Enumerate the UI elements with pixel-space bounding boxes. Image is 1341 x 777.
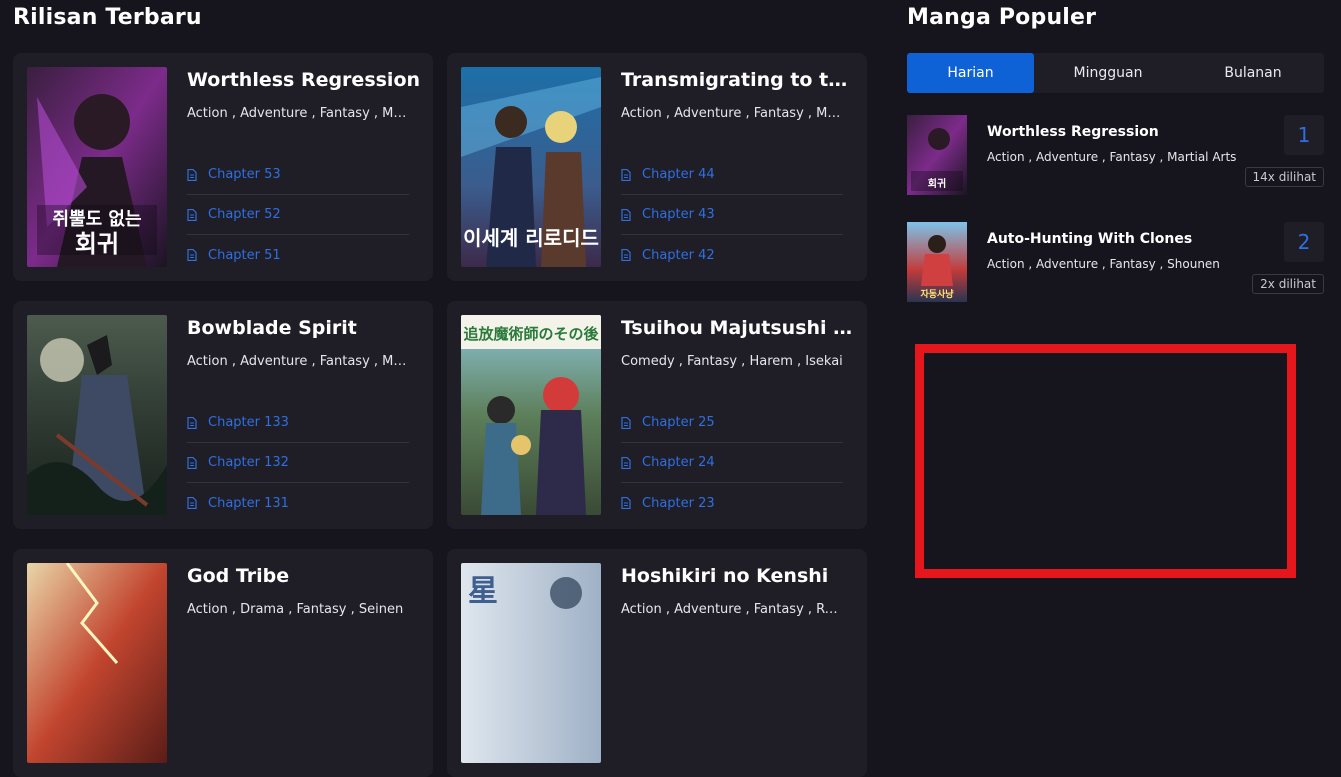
rank-badge: 1 <box>1284 115 1324 155</box>
document-icon <box>621 249 631 261</box>
chapter-link[interactable]: Chapter 42 <box>621 235 843 275</box>
popular-genres: Action , Adventure , Fantasy , Martial A… <box>987 150 1237 164</box>
popular-item[interactable]: 회귀 Worthless Regression Action , Adventu… <box>907 115 1324 195</box>
manga-card[interactable]: God Tribe Action , Drama , Fantasy , Sei… <box>13 549 433 777</box>
manga-title[interactable]: Hoshikiri no Kenshi <box>621 565 856 587</box>
popular-item[interactable]: 자동사냥 Auto-Hunting With Clones Action , A… <box>907 222 1324 302</box>
tab-harian[interactable]: Harian <box>907 53 1034 93</box>
popular-section-title: Manga Populer <box>907 5 1097 30</box>
manga-title[interactable]: Transmigrating to the Otherworld Once Mo… <box>621 69 856 91</box>
chapter-link[interactable]: Chapter 133 <box>187 403 409 443</box>
chapter-label: Chapter 52 <box>208 207 281 222</box>
document-icon <box>187 208 197 221</box>
document-icon <box>621 208 631 221</box>
manga-cover[interactable]: 追放魔術師のその後 <box>461 315 601 515</box>
chapter-label: Chapter 42 <box>642 247 715 263</box>
tab-mingguan[interactable]: Mingguan <box>1034 53 1182 93</box>
chapter-label: Chapter 23 <box>642 495 715 511</box>
manga-card[interactable]: 星 Hoshikiri no Kenshi Action , Adventure… <box>447 549 867 777</box>
document-icon <box>621 416 631 429</box>
manga-title[interactable]: God Tribe <box>187 565 422 587</box>
manga-genres: Comedy , Fantasy , Harem , Isekai <box>621 354 843 369</box>
view-count: 14x dilihat <box>1244 167 1324 187</box>
chapter-label: Chapter 132 <box>208 455 289 470</box>
chapter-link[interactable]: Chapter 44 <box>621 155 843 195</box>
popular-genres: Action , Adventure , Fantasy , Shounen <box>987 257 1220 271</box>
svg-text:星: 星 <box>468 574 498 609</box>
chapter-label: Chapter 44 <box>642 167 715 182</box>
document-icon <box>621 497 631 509</box>
tab-bulanan[interactable]: Bulanan <box>1182 53 1324 93</box>
manga-title[interactable]: Tsuihou Majutsushi no Sono Go <box>621 317 856 339</box>
manga-card[interactable]: 이세계 리로디드 Transmigrating to the Otherworl… <box>447 53 867 281</box>
chapter-label: Chapter 133 <box>208 415 289 430</box>
svg-text:자동사냥: 자동사냥 <box>920 288 954 300</box>
popular-tabs: Harian Mingguan Bulanan <box>907 53 1324 93</box>
chapter-label: Chapter 43 <box>642 207 715 222</box>
popular-cover[interactable]: 자동사냥 <box>907 222 967 302</box>
ad-placeholder <box>915 344 1296 578</box>
svg-text:회귀: 회귀 <box>928 177 946 190</box>
chapter-label: Chapter 25 <box>642 415 715 430</box>
popular-title[interactable]: Worthless Regression <box>987 124 1159 140</box>
chapter-link[interactable]: Chapter 51 <box>187 235 409 275</box>
manga-genres: Action , Adventure , Fantasy , Magic <box>621 106 845 121</box>
chapter-link[interactable]: Chapter 43 <box>621 195 843 235</box>
manga-title[interactable]: Bowblade Spirit <box>187 317 422 339</box>
document-icon <box>187 416 197 429</box>
svg-text:회귀: 회귀 <box>75 230 119 258</box>
chapter-link[interactable]: Chapter 24 <box>621 443 843 483</box>
document-icon <box>187 497 197 509</box>
document-icon <box>187 168 197 181</box>
manga-card[interactable]: 追放魔術師のその後 Tsuihou Majutsushi no Sono Go … <box>447 301 867 529</box>
popular-title[interactable]: Auto-Hunting With Clones <box>987 231 1192 247</box>
latest-section-title: Rilisan Terbaru <box>13 5 202 30</box>
manga-card[interactable]: Bowblade Spirit Action , Adventure , Fan… <box>13 301 433 529</box>
document-icon <box>187 456 197 469</box>
svg-text:이세계 리로디드: 이세계 리로디드 <box>463 226 599 250</box>
document-icon <box>621 168 631 181</box>
chapter-label: Chapter 131 <box>208 495 289 511</box>
manga-cover[interactable]: 이세계 리로디드 <box>461 67 601 267</box>
view-count: 2x dilihat <box>1252 274 1324 294</box>
document-icon <box>187 249 197 261</box>
chapter-link[interactable]: Chapter 131 <box>187 483 409 523</box>
svg-text:쥐뿔도 없는: 쥐뿔도 없는 <box>52 209 141 230</box>
manga-card[interactable]: 쥐뿔도 없는 회귀 Worthless Regression Action , … <box>13 53 433 281</box>
chapter-link[interactable]: Chapter 52 <box>187 195 409 235</box>
manga-cover[interactable] <box>27 563 167 763</box>
chapter-link[interactable]: Chapter 132 <box>187 443 409 483</box>
chapter-link[interactable]: Chapter 53 <box>187 155 409 195</box>
manga-genres: Action , Adventure , Fantasy , Martial A… <box>187 106 411 121</box>
manga-cover[interactable] <box>27 315 167 515</box>
manga-genres: Action , Adventure , Fantasy , Martial A… <box>187 354 411 369</box>
chapter-link[interactable]: Chapter 23 <box>621 483 843 523</box>
popular-cover[interactable]: 회귀 <box>907 115 967 195</box>
chapter-label: Chapter 24 <box>642 455 715 470</box>
manga-title[interactable]: Worthless Regression <box>187 69 422 91</box>
chapter-label: Chapter 51 <box>208 247 281 263</box>
svg-text:追放魔術師のその後: 追放魔術師のその後 <box>463 325 599 343</box>
document-icon <box>621 456 631 469</box>
chapter-label: Chapter 53 <box>208 167 281 182</box>
manga-cover[interactable]: 쥐뿔도 없는 회귀 <box>27 67 167 267</box>
manga-cover[interactable]: 星 <box>461 563 601 763</box>
chapter-link[interactable]: Chapter 25 <box>621 403 843 443</box>
rank-badge: 2 <box>1284 222 1324 262</box>
